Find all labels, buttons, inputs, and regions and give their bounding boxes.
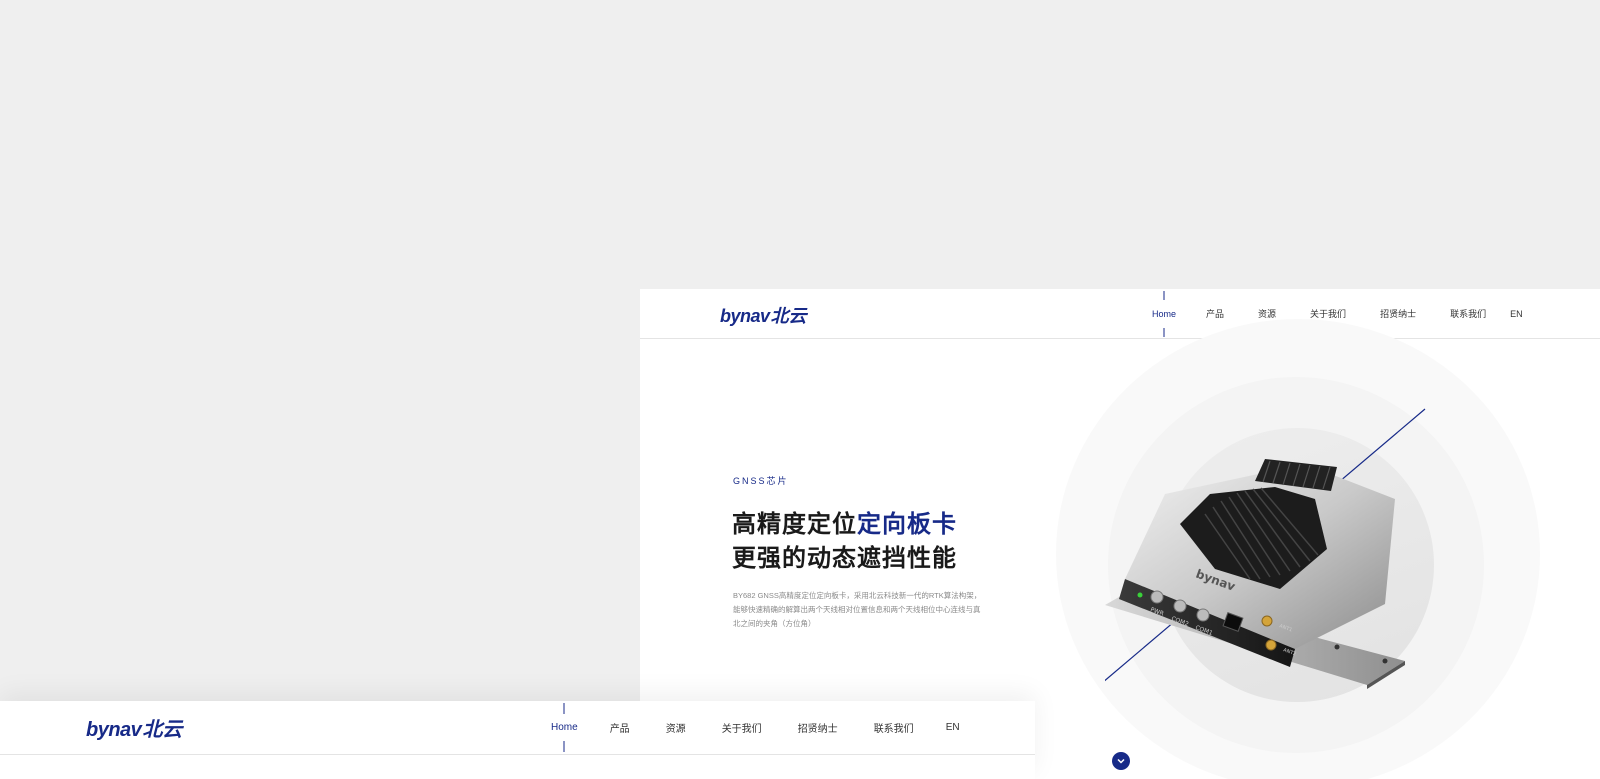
hero-title-part: 高精度定位: [732, 511, 857, 538]
nav-item-home[interactable]: Home: [551, 722, 578, 733]
top-navbar-large: bynav 北云 Home 产品 资源 关于我们 招贤纳士 联系我们 EN: [0, 701, 1035, 755]
hero-title: 高精度定位定向板卡 更强的动态遮挡性能: [732, 508, 957, 576]
chevron-down-icon: [1117, 758, 1125, 764]
mount-hole: [1334, 644, 1340, 650]
nav-item-language[interactable]: EN: [946, 722, 960, 733]
status-led: [1137, 592, 1143, 598]
nav-item-about[interactable]: 关于我们: [722, 720, 762, 735]
hero-title-highlight: 定向板卡: [857, 511, 957, 538]
port-com2: [1173, 599, 1187, 613]
nav-item-resources[interactable]: 资源: [666, 720, 686, 735]
main-nav-large: Home 产品 资源 关于我们 招贤纳士 联系我们 EN: [551, 701, 960, 754]
nav-item-home[interactable]: Home: [1152, 309, 1176, 319]
top-navbar: bynav 北云 Home 产品 资源 关于我们 招贤纳士 联系我们 EN: [640, 289, 1600, 339]
port-pwr: [1150, 590, 1164, 604]
nav-item-resources[interactable]: 资源: [1258, 307, 1276, 320]
scroll-down-button[interactable]: [1112, 752, 1130, 770]
bynav-logo[interactable]: bynav 北云: [86, 713, 182, 742]
nav-item-careers[interactable]: 招贤纳士: [1380, 307, 1416, 320]
hero-description: BY682 GNSS高精度定位定向板卡，采用北云科技新一代的RTK算法构架， 能…: [733, 591, 982, 628]
bynav-logo[interactable]: bynav 北云: [720, 302, 807, 328]
nav-item-language[interactable]: EN: [1510, 309, 1523, 319]
port-com1: [1196, 608, 1210, 622]
navbar-preview-large: bynav 北云 Home 产品 资源 关于我们 招贤纳士 联系我们 EN: [0, 701, 1035, 779]
antenna-connector-2: [1265, 639, 1277, 651]
nav-item-about[interactable]: 关于我们: [1310, 307, 1346, 320]
gnss-receiver-image: PWR COM2 COM1 ANT1 ANT2 bynav: [1105, 408, 1426, 689]
nav-item-careers[interactable]: 招贤纳士: [798, 720, 838, 735]
mount-hole: [1382, 658, 1388, 664]
nav-item-contact[interactable]: 联系我们: [1450, 307, 1486, 320]
nav-item-contact[interactable]: 联系我们: [874, 720, 914, 735]
hero-tag: GNSS芯片: [733, 476, 789, 486]
antenna-connector-1: [1261, 615, 1273, 627]
nav-item-products[interactable]: 产品: [1206, 307, 1224, 320]
hero-title-line2: 更强的动态遮挡性能: [732, 545, 957, 572]
nav-item-products[interactable]: 产品: [610, 720, 630, 735]
